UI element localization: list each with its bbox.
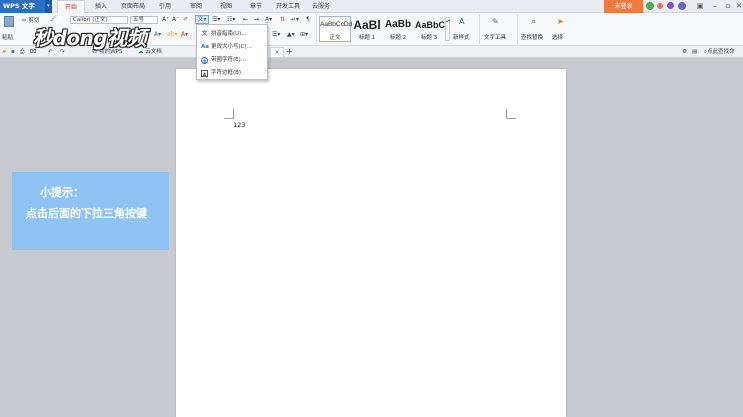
styles-scroll-icon[interactable]: ▴▾ (445, 17, 450, 41)
document-text[interactable]: 123 (233, 121, 245, 129)
menu-item-pinyin-guide[interactable]: 文 拼音指南(U)... (199, 28, 266, 40)
tip-box: 小提示： 点击后面的下拉三角按键 (12, 172, 169, 250)
layout-icon[interactable]: ▤ (692, 47, 697, 57)
minimize-icon[interactable]: – (709, 0, 721, 13)
notification-icon[interactable] (657, 3, 663, 9)
tab-page-layout[interactable]: 页面布局 (121, 0, 145, 13)
menu-item-label: 拼音指南(U)... (211, 31, 247, 37)
tip-title: 小提示： (40, 186, 84, 199)
bullet-list-button[interactable]: ☰▾ (212, 16, 220, 23)
tip-text: 点击后面的下拉三角按键 (26, 207, 147, 220)
style-sample: AaBl (353, 18, 381, 32)
style-sample: AaBbC (415, 20, 446, 30)
menu-item-label: 更改大小写(C)... (211, 44, 252, 50)
tab-cloud-service[interactable]: 云服务 (312, 0, 330, 13)
numbered-list-button[interactable]: ☷▾ (227, 16, 235, 23)
pinyin-icon: 文 (201, 31, 208, 37)
show-marks-button[interactable]: ↵▾ (291, 16, 299, 23)
style-label: 正文 (329, 35, 341, 41)
shrink-font-button[interactable]: A⁻ (172, 16, 179, 23)
tab-label: 云文档 (145, 49, 162, 55)
tab-chapter[interactable]: 章节 (250, 0, 262, 13)
font-color-button[interactable]: A▾ (181, 31, 188, 38)
command-search[interactable]: ⌕点此查找命 (704, 47, 743, 57)
new-style-button[interactable]: 新样式 (453, 33, 470, 41)
style-label: 标题 2 (389, 35, 407, 41)
paste-icon[interactable] (4, 16, 14, 27)
watermark-logo: 秒dong视频 (33, 26, 147, 50)
tab-references[interactable]: 引用 (159, 0, 171, 13)
chevron-down-icon[interactable]: ▾ (45, 0, 52, 13)
paragraph-mark-button[interactable]: ¶ (306, 16, 310, 23)
menu-item-enclose-char[interactable]: 字 带圈字符(E)... (199, 54, 266, 66)
divider (479, 15, 480, 44)
increase-indent-button[interactable]: ⇥ (254, 16, 259, 23)
tab-review[interactable]: 审阅 (190, 0, 202, 13)
tab-start[interactable]: 开始 (57, 0, 85, 13)
text-effect-button[interactable]: A▾ (154, 31, 161, 38)
clear-format-icon[interactable]: ✐ (183, 16, 188, 23)
tab-insert[interactable]: 插入 (95, 0, 107, 13)
style-label: 标题 3 (420, 35, 438, 41)
style-label: 标题 1 (358, 35, 376, 41)
document-page[interactable]: 123 (176, 69, 566, 417)
shading-button[interactable]: ▲▾ (287, 31, 295, 38)
enclose-char-icon: 字 (201, 57, 208, 64)
find-replace-button[interactable]: 查找替换 (521, 33, 543, 41)
menu-item-label: 字符边框(B) (211, 70, 242, 76)
style-normal[interactable]: AaBbCcDd 正文 (319, 16, 353, 42)
decrease-indent-button[interactable]: ⇤ (243, 16, 248, 23)
chinese-layout-button[interactable]: A̲▾ (265, 16, 272, 23)
margin-corner-mark (506, 109, 516, 119)
tab-developer[interactable]: 开发工具 (276, 0, 300, 13)
divider (517, 15, 518, 44)
paste-button[interactable]: 粘贴 (2, 33, 13, 41)
sort-button[interactable]: ⇅ (280, 16, 285, 23)
settings-icon[interactable] (667, 2, 674, 9)
style-sample: AaBbCcDd (320, 21, 353, 28)
text-tools-icon[interactable]: ✎ (492, 17, 499, 26)
close-icon[interactable]: ✕ (733, 0, 743, 13)
menu-item-change-case[interactable]: Aa 更改大小写(C)... (199, 41, 266, 53)
command-search-placeholder: 点此查找命 (707, 49, 735, 55)
new-tab-icon[interactable]: + (286, 47, 293, 57)
skin-icon[interactable] (646, 2, 654, 10)
open-folder-icon[interactable]: ▰ (2, 47, 6, 57)
highlight-button[interactable]: ab▾ (167, 31, 178, 38)
border-button[interactable]: ⊞▾ (300, 31, 308, 38)
login-button[interactable]: 未登录 (604, 0, 643, 13)
app-name: WPS 文字 (3, 2, 35, 10)
select-button[interactable]: 选择 (552, 33, 563, 41)
settings-gear-icon[interactable]: ⚙ (682, 47, 687, 57)
app-menu-button[interactable]: WPS 文字 ▾ (0, 0, 52, 13)
new-style-icon[interactable]: A (459, 17, 464, 26)
help-icon[interactable] (678, 2, 686, 10)
align-button[interactable]: ☰▾ (272, 31, 280, 38)
tab-view[interactable]: 视图 (220, 0, 232, 13)
style-heading-1[interactable]: AaBl 标题 1 (352, 16, 382, 42)
grow-font-button[interactable]: A⁺ (162, 16, 169, 23)
print-icon[interactable]: ⎙ (20, 47, 24, 57)
margin-corner-mark (224, 109, 234, 119)
pinyin-guide-dropdown: 文 拼音指南(U)... Aa 更改大小写(C)... 字 带圈字符(E)...… (196, 24, 268, 80)
style-sample: AaBb (384, 19, 412, 30)
char-border-icon: A (201, 70, 208, 77)
select-cursor-icon[interactable]: ➤ (557, 17, 564, 26)
menu-item-char-border[interactable]: A 字符边框(B) (199, 67, 266, 79)
divider (316, 15, 317, 44)
change-case-icon: Aa (201, 44, 209, 50)
search-icon[interactable]: ⌕ (531, 17, 536, 27)
pinyin-guide-button[interactable]: 文▾ (195, 15, 209, 24)
style-heading-3[interactable]: AaBbC 标题 3 (414, 16, 446, 42)
save-icon[interactable]: ▪ (11, 47, 15, 57)
style-heading-2[interactable]: AaBb 标题 2 (383, 16, 413, 42)
restore-window-icon[interactable]: ▣ (694, 0, 706, 13)
menu-item-label: 带圈字符(E)... (211, 57, 247, 63)
tab-close-icon[interactable]: ✕ (270, 47, 284, 58)
menu-bar: WPS 文字 ▾ 开始 插入 页面布局 引用 审阅 视图 章节 开发工具 云服务… (0, 0, 743, 13)
text-tools-button[interactable]: 文字工具 (484, 33, 506, 41)
